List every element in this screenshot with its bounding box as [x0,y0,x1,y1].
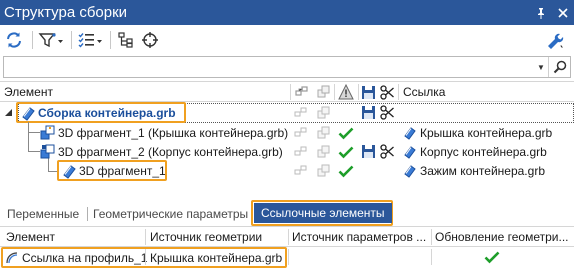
settings-button[interactable] [542,28,568,52]
link-file-icon [403,160,418,181]
scissors-icon [380,82,395,102]
toolbar-separator [71,30,72,49]
tree-item-label: 3D фрагмент_2 (Корпус контейнера.grb) [58,144,283,159]
column-header-element[interactable]: Элемент [6,227,144,246]
wrench-icon [548,33,564,49]
search-button[interactable] [548,57,570,77]
column-header-element[interactable]: Элемент [4,82,53,102]
window-title: Структура сборки [4,4,128,21]
column-divider [288,249,289,265]
column-header-link[interactable]: Ссылка [403,82,445,102]
refs-grid-header: Элемент Источник геометрии Источник пара… [0,226,574,247]
filter-icon [38,32,63,47]
save-icon [361,82,376,102]
link-text[interactable]: Крышка контейнера.grb [420,122,552,143]
save-icon[interactable] [361,141,376,162]
tree-view-button[interactable] [115,28,137,52]
target-button[interactable] [139,28,161,52]
window-titlebar: Структура сборки [0,0,574,25]
column-divider [290,84,291,100]
toolbar [0,25,574,54]
checklist-icon [78,32,102,48]
filter-button[interactable] [37,28,65,52]
search-icon [553,60,566,74]
tab-separator [87,207,88,221]
column-header-geometry-source[interactable]: Источник геометрии [150,227,286,246]
fragment-state-icon [316,102,332,123]
scissors-icon[interactable] [380,102,395,123]
ref-element-cell[interactable]: Ссылка на профиль_1 [22,249,147,266]
fragment-state-icon [316,141,332,162]
tree-header: Элемент Ссылка [0,81,574,102]
check-icon [338,122,354,143]
tab-geometric-parameters[interactable]: Геометрические параметры [93,204,248,224]
refresh-icon [7,32,21,47]
warning-icon [338,82,354,102]
tab-reference-elements[interactable]: Ссылочные элементы [254,203,392,223]
refresh-button[interactable] [2,28,26,52]
tree-row[interactable]: 3D фрагмент_2 (Корпус контейнера.grb) Ко… [0,141,574,162]
crosshair-icon [142,31,158,48]
fragment-state-icon [316,160,332,181]
link-text[interactable]: Зажим контейнера.grb [420,160,545,181]
filter-combobox[interactable]: ▼ [3,56,571,78]
tab-variables[interactable]: Переменные [7,204,79,224]
fragment-icon [61,160,77,181]
toolbar-separator [110,30,111,49]
column-header-geometry-update[interactable]: Обновление геометри... [435,227,571,246]
link-file-icon [403,141,418,162]
column-divider [145,249,146,265]
scissors-icon[interactable] [380,141,395,162]
column-divider [145,229,146,245]
tree-row[interactable]: 3D фрагмент_1 Зажим контейнера.grb [0,160,574,181]
fragment-icon [40,122,56,143]
chevron-down-icon[interactable]: ▼ [534,57,548,77]
geometry-source-cell[interactable]: Крышка контейнера.grb [150,249,282,266]
toolbar-separator [32,30,33,49]
column-divider [358,84,359,100]
filter-input[interactable] [4,57,534,77]
link-state-icon [294,122,308,143]
column-header-params-source[interactable]: Источник параметров ... [292,227,428,246]
table-row[interactable]: Ссылка на профиль_1 Крышка контейнера.gr… [0,247,574,268]
link-state-icon [294,141,308,162]
link-state-icon [294,102,308,123]
link-text[interactable]: Корпус контейнера.grb [420,141,547,162]
check-icon [338,141,354,162]
check-icon[interactable] [484,250,500,267]
check-icon [338,160,354,181]
tree-item-label: 3D фрагмент_1 [79,163,166,178]
column-divider [431,249,432,265]
profile-link-icon [5,249,19,266]
tree-item-label: 3D фрагмент_1 (Крышка контейнера.grb) [58,125,289,140]
fragment-stack-icon [316,82,332,102]
link-file-icon [403,122,418,143]
list-options-button[interactable] [76,28,104,52]
column-divider [334,84,335,100]
column-divider [431,229,432,245]
tree-structure-icon [118,31,133,48]
fragment-icon [40,141,56,162]
chain-link-icon [295,82,309,102]
tree-row[interactable]: 3D фрагмент_1 (Крышка контейнера.grb) Кр… [0,122,574,143]
tree-row[interactable]: Сборка контейнера.grb [0,102,574,123]
fragment-state-icon [316,122,332,143]
tab-strip: Переменные Геометрические параметры Ссыл… [0,200,574,226]
column-divider [288,229,289,245]
pin-icon[interactable] [530,2,552,24]
save-icon[interactable] [361,102,376,123]
link-state-icon [294,160,308,181]
column-divider [398,84,399,100]
close-icon[interactable] [552,2,574,24]
